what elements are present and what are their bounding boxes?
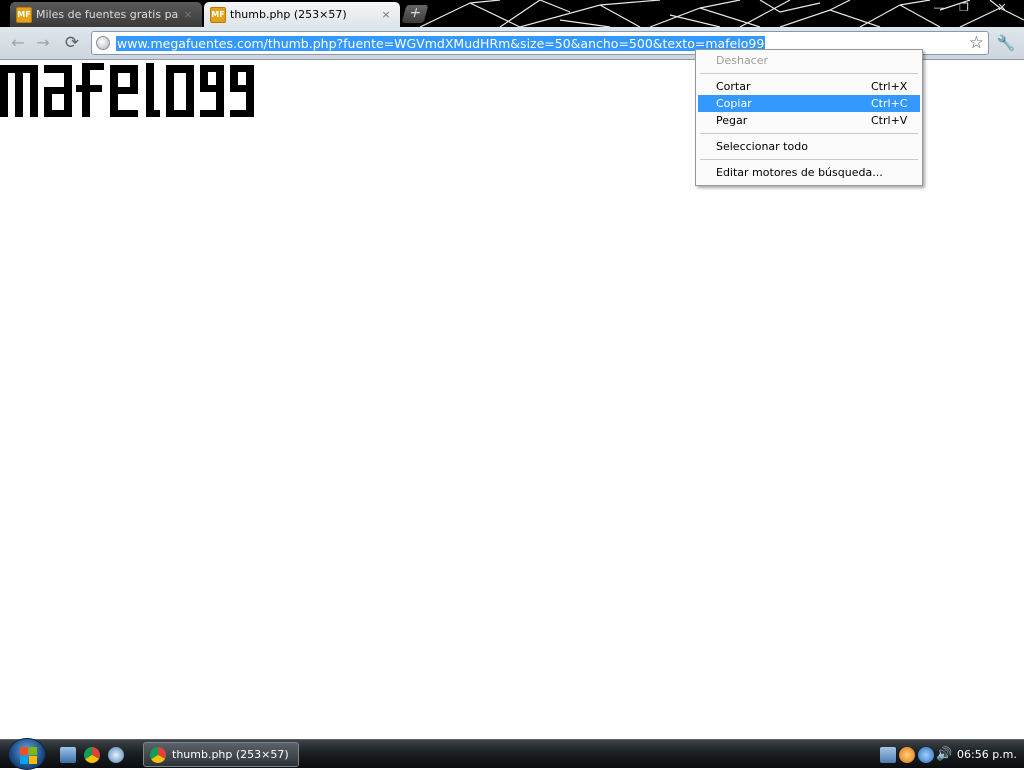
minimize-button[interactable]: — [926, 0, 952, 16]
menu-item-editar-motores[interactable]: Editar motores de búsqueda... [698, 164, 920, 181]
windows-flag-red [20, 747, 28, 755]
volume-icon[interactable]: 🔊 [936, 747, 952, 763]
menu-item-label: Pegar [716, 114, 748, 127]
app-tray-icon[interactable] [918, 747, 934, 763]
network-icon[interactable] [880, 747, 896, 763]
menu-item-shortcut: Ctrl+V [871, 114, 908, 127]
menu-item-label: Cortar [716, 80, 751, 93]
context-menu: Deshacer Cortar Ctrl+X Copiar Ctrl+C Peg… [695, 49, 923, 186]
font-preview-image: mafelo99 [0, 63, 254, 117]
chrome-icon[interactable] [84, 747, 100, 763]
menu-item-deshacer[interactable]: Deshacer [698, 52, 920, 69]
tab-megafuentes[interactable]: MF Miles de fuentes gratis par... × [10, 2, 202, 27]
menu-item-label: Deshacer [716, 54, 769, 67]
bookmark-star-icon[interactable]: ☆ [969, 33, 984, 53]
app-tray-icon[interactable] [899, 747, 915, 763]
tab-thumb-php[interactable]: MF thumb.php (253×57) × [204, 2, 400, 27]
show-desktop-icon[interactable] [60, 747, 76, 763]
menu-item-label: Seleccionar todo [716, 140, 808, 153]
wrench-menu-icon[interactable]: 🔧 [994, 32, 1018, 54]
tab-close-icon[interactable]: × [380, 8, 392, 21]
back-arrow-icon[interactable]: ← [8, 34, 28, 52]
media-player-icon[interactable] [108, 747, 124, 763]
menu-item-copiar[interactable]: Copiar Ctrl+C [698, 95, 920, 112]
megafuentes-favicon-icon: MF [210, 6, 226, 23]
chrome-icon [150, 746, 166, 763]
taskbar-item-label: thumb.php (253×57) -... [172, 748, 292, 761]
menu-item-label: Copiar [716, 97, 752, 110]
close-window-button[interactable]: ✕ [982, 0, 1022, 16]
reload-icon[interactable]: ⟳ [62, 34, 82, 52]
url-text-selected[interactable]: www.megafuentes.com/thumb.php?fuente=WGV… [116, 36, 766, 51]
system-clock[interactable]: 06:56 p.m. [957, 748, 1017, 761]
windows-flag-yellow [29, 756, 37, 764]
menu-separator [700, 159, 918, 160]
taskbar-item-chrome[interactable]: thumb.php (253×57) -... [143, 742, 299, 767]
menu-item-pegar[interactable]: Pegar Ctrl+V [698, 112, 920, 129]
windows-flag-blue [20, 756, 28, 764]
menu-item-cortar[interactable]: Cortar Ctrl+X [698, 78, 920, 95]
menu-item-shortcut: Ctrl+X [871, 80, 908, 93]
browser-tabstrip: MF Miles de fuentes gratis par... × MF t… [0, 0, 1024, 27]
tab-title: Miles de fuentes gratis par... [36, 8, 178, 21]
tab-close-icon[interactable]: × [182, 8, 194, 21]
menu-item-seleccionar-todo[interactable]: Seleccionar todo [698, 138, 920, 155]
menu-item-label: Editar motores de búsqueda... [716, 166, 883, 179]
globe-icon [96, 36, 110, 50]
menu-separator [700, 133, 918, 134]
menu-item-shortcut: Ctrl+C [871, 97, 908, 110]
megafuentes-favicon-icon: MF [16, 6, 32, 23]
maximize-button[interactable]: ❐ [952, 0, 976, 16]
menu-separator [700, 73, 918, 74]
taskbar: thumb.php (253×57) -... 🔊 06:56 p.m. [0, 738, 1024, 770]
forward-arrow-icon[interactable]: → [33, 34, 53, 52]
windows-flag-green [29, 747, 37, 755]
tab-title: thumb.php (253×57) [230, 8, 347, 21]
windows-orb-icon[interactable] [8, 738, 46, 770]
